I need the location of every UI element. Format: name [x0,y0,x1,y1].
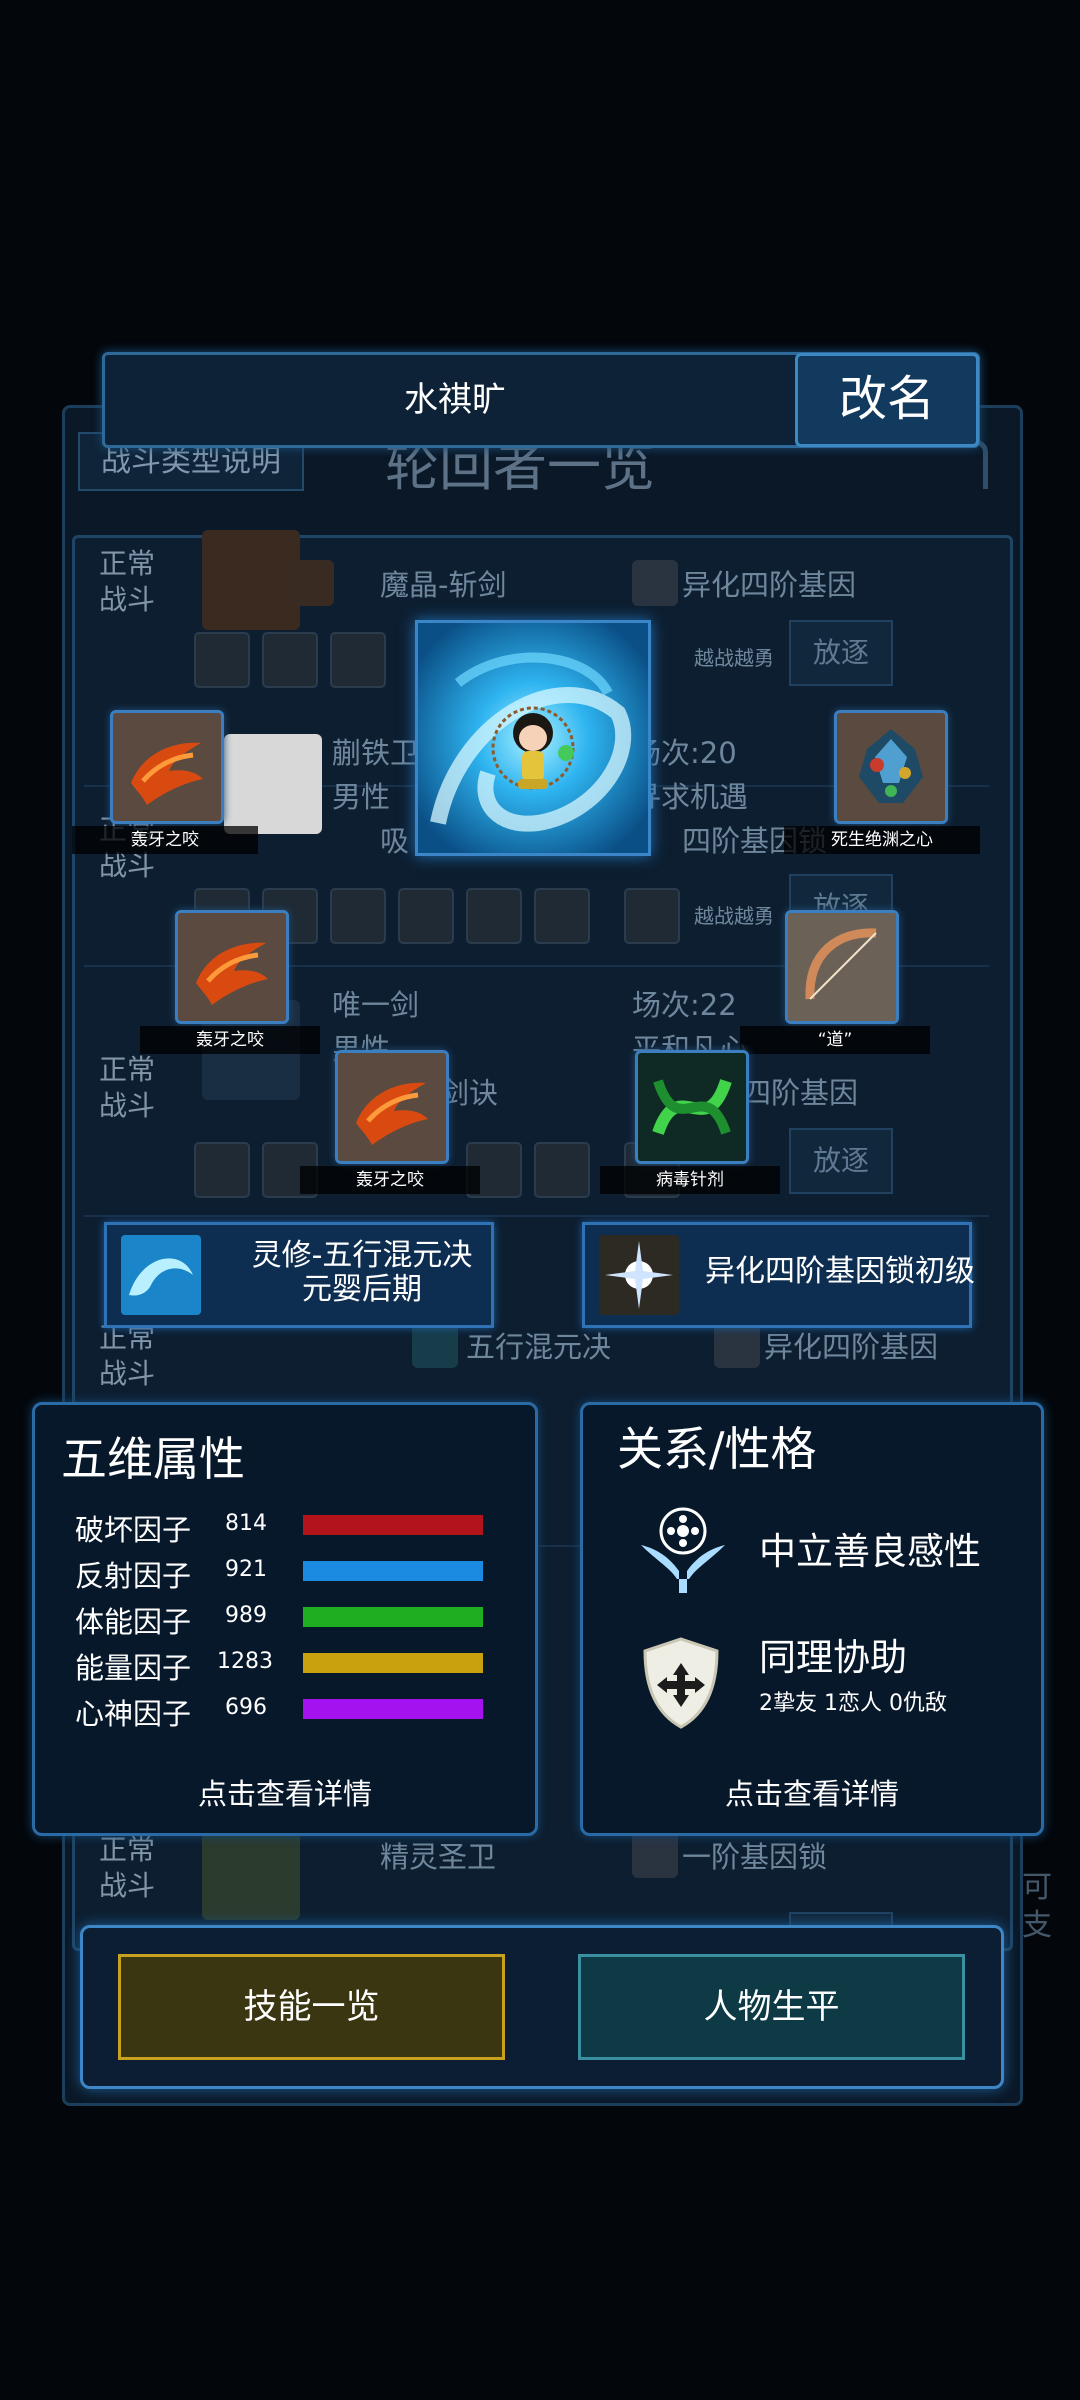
relations-panel: 关系/性格 中立善良感性 同理协助 2挚友 1恋人 0仇敌 点击查看详情 [580,1402,1044,1836]
row-name: 蒯铁卫 [332,736,420,770]
item-icon [466,888,522,944]
rename-button[interactable]: 改名 [795,353,979,447]
equipment-label: 轰牙之咬 [300,1166,480,1194]
relations-detail-link[interactable]: 点击查看详情 [583,1771,1041,1813]
row-gene: 异化四阶基因 [764,1330,939,1364]
item-icon [534,888,590,944]
personality-trait: 同理协助 [759,1636,907,1679]
equipment-slot[interactable] [110,710,224,824]
row-trait: 越战越勇 [694,904,774,928]
equipment-slot[interactable] [335,1050,449,1164]
skill-level: 元婴后期 [302,1272,422,1307]
claw-icon [178,913,286,1021]
gene-icon [632,1832,678,1878]
shield-icon [643,1637,719,1729]
row-battle-type: 正常 战斗 [98,1321,155,1390]
alignment-emblem-icon [641,1507,725,1593]
relations-title: 关系/性格 [617,1422,817,1476]
stat-bar [303,1561,503,1581]
attributes-panel: 五维属性 破坏因子 814 反射因子 921 体能因子 989 能量因子 128… [32,1402,538,1836]
skill-name: 灵修-五行混元决 [251,1238,473,1273]
row-trait: 越战越勇 [694,646,774,670]
claw-icon [113,713,221,821]
attributes-detail-link[interactable]: 点击查看详情 [35,1771,535,1813]
stat-label: 破坏因子 [75,1513,192,1547]
stat-value: 696 [225,1695,267,1720]
item-icon [330,632,386,688]
skill-icon [288,560,334,606]
stat-label: 心神因子 [75,1697,192,1731]
dna-icon [638,1053,746,1161]
item-icon [624,888,680,944]
row-gender: 男性 [332,780,391,814]
item-icon [330,888,386,944]
portrait-art [418,623,648,853]
alignment-text: 中立善良感性 [759,1530,981,1573]
attributes-title: 五维属性 [61,1432,245,1486]
character-portrait[interactable] [415,620,651,856]
row-battle-type: 正常 战斗 [98,1053,155,1122]
item-icon [534,1142,590,1198]
gene-lock-slot[interactable]: 异化四阶基因锁初级 [582,1222,975,1328]
stat-value: 1283 [217,1649,273,1674]
row-battle-type: 正常 战斗 [98,1833,155,1902]
row-skill: 魔晶-斩剑 [380,568,507,602]
cultivation-skill-slot[interactable]: 灵修-五行混元决 元婴后期 [104,1222,494,1328]
bow-icon [788,913,896,1021]
equipment-label: 轰牙之咬 [72,826,258,854]
stat-label: 体能因子 [75,1605,192,1639]
item-icon [194,632,250,688]
equipment-label: 死生绝渊之心 [784,826,980,854]
stat-label: 能量因子 [75,1651,192,1685]
row-avatar [202,530,300,630]
skills-list-button[interactable]: 技能一览 [118,1954,505,2060]
row-avatar [224,734,322,834]
item-icon [398,888,454,944]
row-name: 唯一剑 [332,988,420,1022]
biography-button[interactable]: 人物生平 [578,1954,965,2060]
row-skill: 五行混元决 [466,1330,612,1364]
stat-bar [303,1653,503,1673]
equipment-slot[interactable] [175,910,289,1024]
row-battle-type: 正常 战斗 [98,547,155,616]
equipment-label: “道” [740,1026,930,1054]
gene-icon [632,560,678,606]
row-skill: 吸 [380,824,410,858]
claw-icon [338,1053,446,1161]
equipment-slot[interactable] [635,1050,749,1164]
stat-bar [303,1607,503,1627]
stat-label: 反射因子 [75,1559,192,1593]
stat-bar [303,1699,503,1719]
row-gene: 一阶基因锁 [682,1840,828,1874]
stat-value: 814 [225,1511,267,1536]
item-icon [262,632,318,688]
starburst-icon [599,1235,679,1315]
row-gene: 异化四阶基因 [682,568,857,602]
gene-icon [714,1322,760,1368]
skill-icon [412,1322,458,1368]
gene-name: 异化四阶基因锁初级 [705,1254,975,1289]
stat-bar [303,1515,503,1535]
row-gene: 四阶基因 [742,1076,859,1110]
side-text: 支 [1022,1908,1052,1943]
item-icon [194,1142,250,1198]
equipment-slot[interactable] [834,710,948,824]
equipment-label: 轰牙之咬 [140,1026,320,1054]
exile-button[interactable]: 放逐 [789,1128,893,1194]
stat-value: 989 [225,1603,267,1628]
character-name: 水祺旷 [404,380,506,420]
row-count: 场次:22 [632,988,737,1022]
row-skill: 精灵圣卫 [380,1840,497,1874]
water-orb-icon [121,1235,201,1315]
social-summary: 2挚友 1恋人 0仇敌 [759,1691,947,1716]
exile-button[interactable]: 放逐 [789,620,893,686]
stat-value: 921 [225,1557,267,1582]
crystal-heart-icon [837,713,945,821]
equipment-label: 病毒针剂 [600,1166,780,1194]
equipment-slot[interactable] [785,910,899,1024]
